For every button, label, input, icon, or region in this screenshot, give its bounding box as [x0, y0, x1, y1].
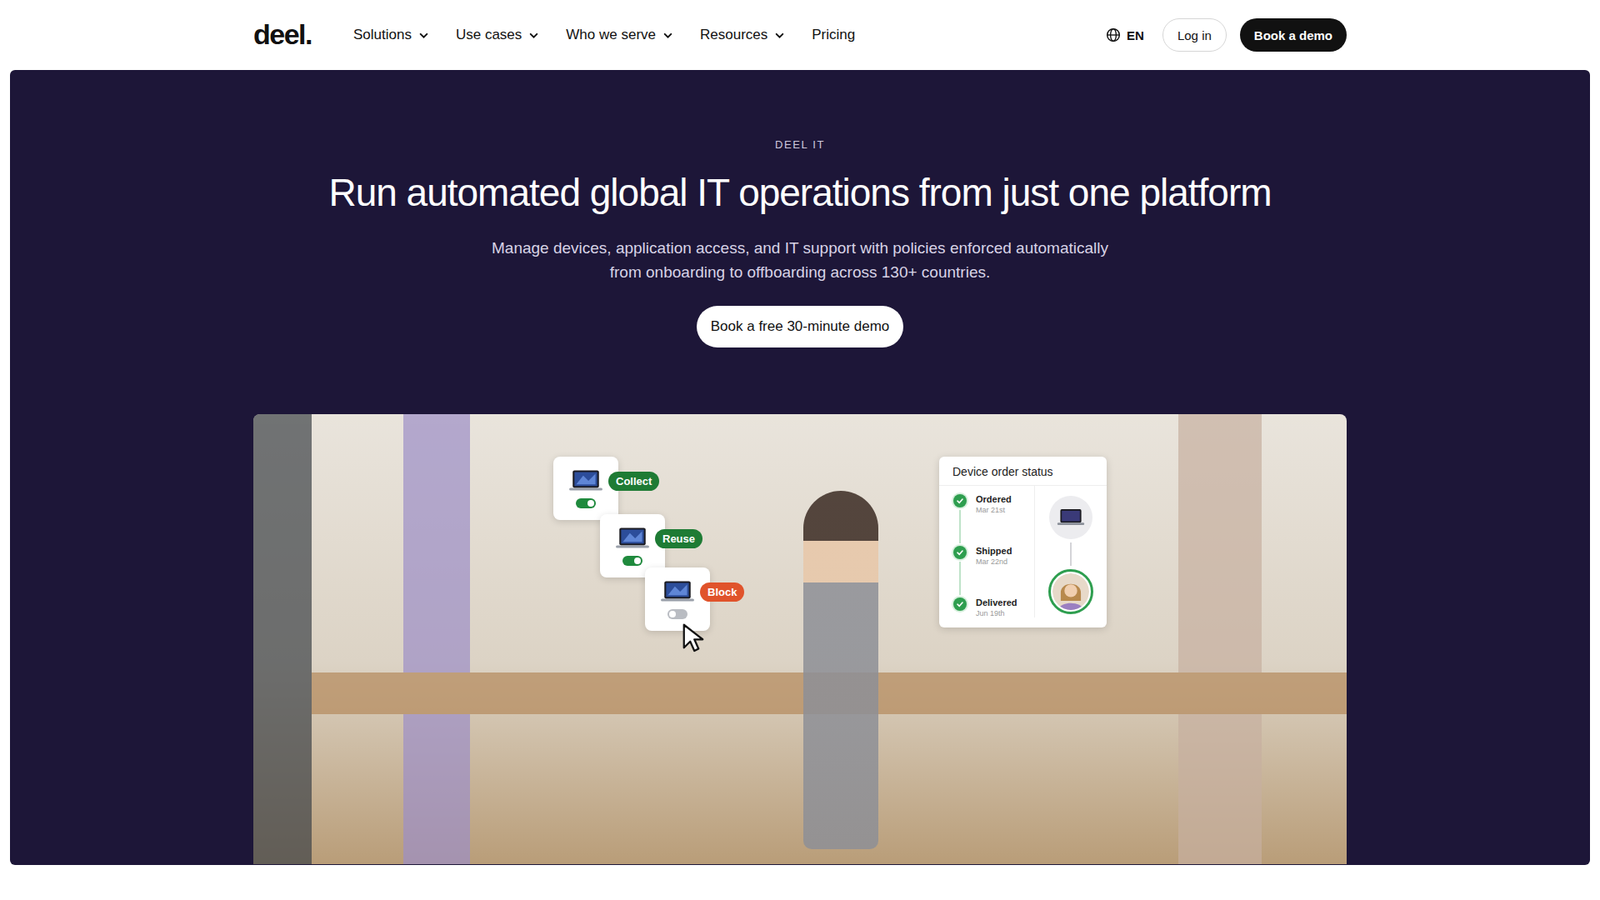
arrow-connector	[1070, 542, 1072, 566]
device-action-card: Collect	[553, 456, 619, 520]
check-icon	[953, 494, 967, 508]
laptop-icon	[568, 468, 604, 494]
chevron-down-icon	[662, 30, 674, 41]
action-badge: Block	[700, 582, 745, 602]
nav-item[interactable]: Pricing	[811, 26, 855, 44]
page: deel. Solutions Use cases Who we serve Re…	[0, 0, 1600, 900]
eyebrow: DEEL IT	[775, 138, 825, 151]
step-connector	[959, 561, 961, 595]
laptop-icon	[1055, 506, 1086, 529]
deel-logo[interactable]: deel.	[253, 18, 312, 53]
hero-subtitle: Manage devices, application access, and …	[491, 235, 1109, 285]
laptop-icon	[615, 525, 650, 551]
laptop-icon	[660, 579, 695, 605]
device-thumbnail	[1049, 495, 1093, 540]
toggle-switch[interactable]	[667, 609, 688, 620]
device-action-card: Block	[645, 567, 710, 631]
check-icon	[953, 597, 967, 611]
chevron-down-icon	[774, 30, 785, 41]
photo-person	[803, 490, 879, 850]
free-demo-button[interactable]: Book a free 30-minute demo	[696, 305, 905, 348]
order-step: ShippedMar 22nd	[952, 545, 1035, 598]
step-connector	[959, 510, 961, 544]
photo-background	[253, 414, 1347, 865]
chevron-down-icon	[528, 30, 540, 41]
action-badge: Reuse	[655, 529, 703, 549]
toggle-switch[interactable]	[622, 555, 643, 566]
employee-avatar	[1048, 569, 1094, 615]
book-demo-button[interactable]: Book a demo	[1240, 18, 1347, 52]
nav-item[interactable]: Who we serve	[565, 26, 674, 44]
order-step: OrderedMar 21st	[952, 494, 1035, 546]
login-button[interactable]: Log in	[1162, 18, 1227, 52]
nav-item[interactable]: Solutions	[353, 26, 430, 44]
check-icon	[953, 545, 967, 560]
hero-title: Run automated global IT operations from …	[328, 169, 1271, 218]
globe-icon	[1105, 27, 1121, 43]
nav-item[interactable]: Resources	[700, 26, 785, 44]
language-selector[interactable]: EN	[1105, 27, 1145, 43]
hero-panel: DEEL IT Run automated global IT operation…	[10, 70, 1590, 865]
main-nav: Solutions Use cases Who we serve Resourc…	[353, 26, 855, 44]
order-step: DeliveredJun 19th	[952, 597, 1035, 618]
toggle-switch[interactable]	[575, 498, 596, 509]
action-badge: Collect	[608, 471, 660, 491]
chevron-down-icon	[418, 30, 430, 41]
nav-item[interactable]: Use cases	[455, 26, 540, 44]
cursor-icon	[680, 622, 706, 655]
hero-photo: Collect Reuse Block Device order status Orde…	[253, 414, 1347, 865]
top-nav: deel. Solutions Use cases Who we serve Re…	[0, 0, 1600, 70]
order-status-title: Device order status	[939, 465, 1107, 486]
order-status-card: Device order status OrderedMar 21stShippe…	[939, 456, 1107, 628]
